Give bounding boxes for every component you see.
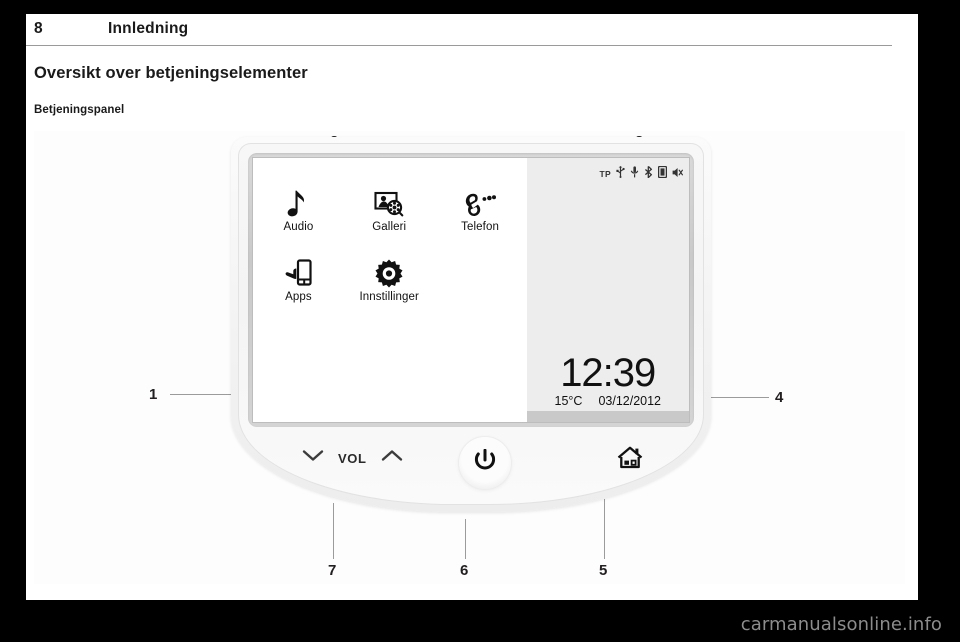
menu-tile-label: Innstillinger — [359, 290, 419, 303]
power-icon — [474, 448, 496, 478]
home-menu-panel[interactable]: Audio Galleri Telefon Apps Innstillinger — [253, 158, 526, 422]
watermark: carmanualsonline.info — [740, 614, 942, 635]
gallery-photo-film-icon — [374, 184, 404, 218]
power-button[interactable] — [459, 437, 511, 489]
volume-control-cluster: VOL — [302, 449, 403, 467]
figure-control-panel-diagram: 2 3 1 4 7 6 5 — [34, 131, 905, 584]
microphone-icon — [630, 165, 639, 183]
volume-label: VOL — [338, 450, 367, 466]
document-page: 8 Innledning Oversikt over betjeningsele… — [0, 0, 960, 642]
home-menu-icon-grid: Audio Galleri Telefon Apps Innstillinger — [253, 184, 526, 303]
callout-number-7: 7 — [328, 562, 337, 579]
page-border-top — [0, 0, 960, 14]
clock-time: 12:39 — [560, 351, 656, 396]
menu-tile-audio[interactable]: Audio — [253, 184, 344, 234]
screen-bezel: Audio Galleri Telefon Apps Innstillinger… — [248, 153, 694, 427]
callout-number-4: 4 — [775, 389, 784, 406]
page-border-right — [918, 0, 960, 642]
gear-icon — [374, 254, 404, 288]
subsection-title: Betjeningspanel — [34, 104, 125, 116]
physical-control-strip: VOL — [248, 437, 694, 497]
callout-number-1: 1 — [149, 386, 158, 403]
music-note-icon — [287, 184, 309, 218]
callout-number-6: 6 — [460, 562, 469, 579]
date-value: 03/12/2012 — [598, 394, 661, 408]
hand-smartphone-icon — [283, 254, 313, 288]
usb-icon — [616, 165, 625, 183]
home-icon — [617, 446, 643, 474]
page-number: 8 — [34, 20, 43, 37]
phone-signal-icon — [657, 165, 668, 183]
clock-sub-row: 15°C 03/12/2012 — [527, 394, 690, 408]
display-screen[interactable]: Audio Galleri Telefon Apps Innstillinger… — [252, 157, 690, 423]
status-bar: TP — [600, 165, 683, 183]
phone-handset-icon — [464, 184, 497, 218]
tp-label: TP — [599, 169, 611, 179]
volume-down-chevron-icon[interactable] — [302, 449, 324, 467]
menu-tile-label: Telefon — [461, 221, 499, 233]
callout-number-5: 5 — [599, 562, 608, 579]
menu-tile-label: Apps — [285, 290, 312, 303]
menu-tile-label: Audio — [283, 221, 314, 233]
mute-speaker-icon — [672, 165, 683, 183]
menu-tile-apps[interactable]: Apps — [253, 254, 344, 304]
clock-panel-footer-strip — [526, 411, 689, 422]
clock-block: 12:39 15°C 03/12/2012 — [527, 351, 690, 408]
page-header: 8 Innledning — [26, 20, 892, 46]
page-border-left — [0, 0, 26, 642]
bluetooth-icon — [644, 165, 653, 183]
clock-panel[interactable]: TP 12:39 15°C 03/12/2012 — [525, 158, 690, 422]
chapter-title: Innledning — [108, 20, 189, 37]
temperature-value: 15°C — [554, 394, 583, 408]
menu-tile-galleri[interactable]: Galleri — [344, 184, 435, 234]
volume-up-chevron-icon[interactable] — [381, 449, 403, 467]
infotainment-control-panel: Audio Galleri Telefon Apps Innstillinger… — [199, 131, 739, 531]
menu-tile-label: Galleri — [372, 221, 407, 233]
home-button[interactable] — [617, 446, 643, 475]
menu-tile-telefon[interactable]: Telefon — [435, 184, 526, 234]
section-title: Oversikt over betjeningselementer — [34, 64, 308, 82]
menu-tile-innstillinger[interactable]: Innstillinger — [344, 254, 435, 304]
